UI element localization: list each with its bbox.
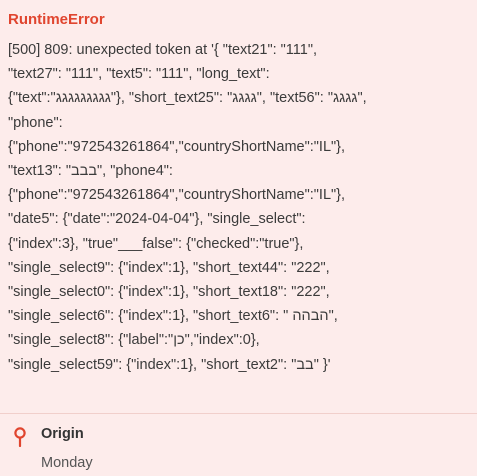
error-message-line: "single_select6": {"index":1}, "short_te… [8,308,338,325]
error-message-line: {"text":"גגגגגגגגג"}, "short_text25": "ג… [8,90,367,107]
error-message-line: "text13": "בבב", "phone4": [8,163,173,180]
error-message-line: {"phone":"972543261864","countryShortNam… [8,138,346,155]
divider [0,413,477,414]
origin-text: Origin Monday [41,424,93,473]
error-message-line: "single_select59": {"index":1}, "short_t… [8,356,331,373]
error-message-line: "text27": "111", "text5": "111", "long_t… [8,66,270,83]
origin-value: Monday [41,455,93,471]
error-message-line: "single_select0": {"index":1}, "short_te… [8,284,330,301]
error-message-line: "single_select8": {"label":"כן","index":… [8,332,260,349]
location-pin-icon [14,427,26,447]
error-message-line: [500] 809: unexpected token at '{ "text2… [8,42,318,58]
error-message-line: "single_select9": {"index":1}, "short_te… [8,259,330,276]
error-panel: RuntimeError [500] 809: unexpected token… [0,0,477,476]
origin-section: Origin Monday [13,424,93,473]
error-message-line: "phone": [8,114,63,131]
error-message-line: "date5": {"date":"2024-04-04"}, "single_… [8,211,306,228]
origin-label: Origin [41,426,84,442]
error-message-line: {"phone":"972543261864","countryShortNam… [8,187,346,204]
error-title: RuntimeError [8,11,105,28]
error-message: [500] 809: unexpected token at '{ "text2… [8,38,469,377]
error-message-line: {"index":3}, "true"___false": {"checked"… [8,235,304,252]
